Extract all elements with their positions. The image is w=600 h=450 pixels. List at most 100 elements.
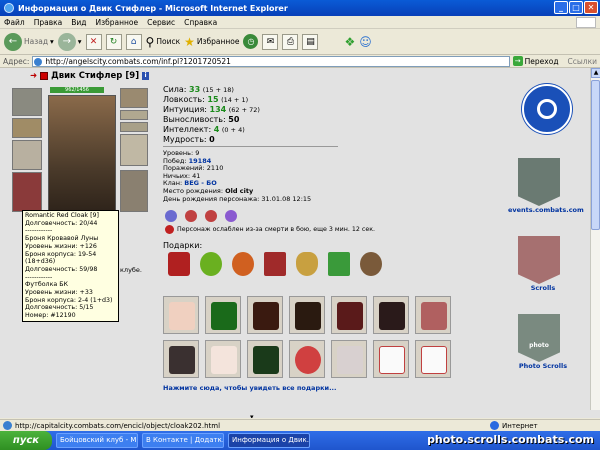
window-titlebar: Информация о Двик Стифлер - Microsoft In…	[0, 0, 600, 16]
scrolls-link[interactable]: Scrolls	[508, 236, 578, 292]
stat-row: Мудрость: 0	[163, 135, 215, 144]
gift-item[interactable]	[205, 296, 241, 334]
windows-flag-icon	[576, 17, 596, 28]
weapon-slot[interactable]	[12, 140, 42, 170]
task-button[interactable]: Бойцовский клуб - M...	[56, 433, 138, 448]
gift-item[interactable]	[289, 340, 325, 378]
gift-item[interactable]	[415, 340, 451, 378]
gift-item[interactable]	[163, 340, 199, 378]
gift-item[interactable]	[415, 296, 451, 334]
go-arrow-icon: →	[512, 56, 523, 66]
gift-item[interactable]	[373, 340, 409, 378]
menu-file[interactable]: Файл	[4, 18, 25, 27]
belt-item-icon[interactable]	[205, 210, 217, 222]
menu-bar: Файл Правка Вид Избранное Сервис Справка	[0, 16, 600, 29]
chevron-down-icon: ▾	[50, 37, 54, 46]
gift-item[interactable]	[293, 249, 321, 279]
combats-logo[interactable]	[522, 84, 574, 134]
go-button[interactable]: → Переход	[512, 56, 559, 66]
character-doll: 962/1456	[12, 86, 152, 219]
gift-item[interactable]	[197, 249, 225, 279]
bracers-slot[interactable]	[12, 118, 42, 138]
info-icon[interactable]: i	[142, 72, 150, 80]
gift-item[interactable]	[163, 296, 199, 334]
photo-scrolls-link[interactable]: photo Photo Scrolls	[508, 314, 578, 370]
page-icon	[3, 421, 12, 430]
boots-slot[interactable]	[120, 170, 148, 212]
vertical-scrollbar[interactable]: ▲	[590, 68, 600, 410]
gift-item[interactable]	[229, 249, 257, 279]
all-gifts-link[interactable]: Нажмите сюда, чтобы увидеть все подарки.…	[163, 384, 336, 392]
armor-slot[interactable]	[12, 172, 42, 212]
task-button[interactable]: В Контакте | Додатк...	[142, 433, 224, 448]
menu-favorites[interactable]: Избранное	[96, 18, 139, 27]
forward-button[interactable]: → ▾	[57, 32, 82, 51]
stat-row: Сила: 33 (15 + 18)	[163, 85, 234, 94]
gift-item[interactable]	[357, 249, 385, 279]
search-icon: ⚲	[145, 34, 155, 49]
gift-item[interactable]	[247, 340, 283, 378]
links-button[interactable]: Ссылки	[568, 57, 597, 66]
character-portrait	[48, 95, 116, 219]
edit-icon[interactable]: ▤	[302, 33, 319, 50]
maximize-button[interactable]: □	[569, 1, 583, 14]
address-bar: Адрес: http://angelscity.combats.com/inf…	[0, 55, 600, 68]
divider	[163, 146, 338, 147]
belt-item-icon[interactable]	[225, 210, 237, 222]
scroll-up-icon[interactable]: ▲	[591, 68, 600, 78]
task-button-active[interactable]: Информация о Двик...	[228, 433, 310, 448]
gift-item[interactable]	[331, 296, 367, 334]
gift-item[interactable]	[205, 340, 241, 378]
messenger-icon[interactable]: ☺	[359, 35, 372, 49]
scroll-thumb[interactable]	[591, 80, 600, 230]
character-info: Уровень: 9 Побед: 19184 Поражений: 2110 …	[163, 149, 312, 203]
status-zone: Интернет	[502, 421, 538, 430]
ie-icon	[4, 3, 14, 13]
refresh-icon[interactable]: ↻	[105, 33, 122, 50]
belt-item-icon[interactable]	[185, 210, 197, 222]
gift-item[interactable]	[289, 296, 325, 334]
scrolls-banner-icon	[518, 236, 560, 284]
gift-item[interactable]	[247, 296, 283, 334]
gift-item[interactable]	[261, 249, 289, 279]
gift-item[interactable]	[331, 340, 367, 378]
belt-item-icon[interactable]	[165, 210, 177, 222]
stat-row: Выносливость: 50	[163, 115, 240, 124]
back-button[interactable]: ← Назад ▾	[4, 32, 54, 51]
history-icon[interactable]: ◷	[243, 34, 259, 49]
club-text: клубе.	[120, 266, 143, 274]
item-tooltip: Romantic Red Cloak [9] Долговечность: 20/…	[22, 210, 119, 322]
helmet-slot[interactable]	[12, 88, 42, 116]
menu-tools[interactable]: Сервис	[147, 18, 175, 27]
ring-slot[interactable]	[120, 122, 148, 132]
photo-banner-icon: photo	[518, 314, 560, 362]
close-button[interactable]: ✕	[584, 1, 598, 14]
discuss-icon[interactable]: ❖	[344, 35, 355, 49]
gift-item[interactable]	[325, 249, 353, 279]
print-icon[interactable]: ⎙	[282, 33, 299, 50]
favorites-button[interactable]: ★ Избранное	[184, 35, 239, 49]
globe-icon	[490, 421, 499, 430]
character-stats: Сила: 33 (15 + 18) Ловкость: 15 (14 + 1)…	[163, 85, 260, 145]
status-bar: http://capitalcity.combats.com/encicl/ob…	[0, 419, 600, 431]
forward-arrow-icon: →	[57, 32, 76, 51]
earring-slot[interactable]	[120, 88, 148, 108]
gift-item[interactable]	[373, 296, 409, 334]
events-link[interactable]: events.combats.com	[508, 158, 584, 214]
home-icon[interactable]: ⌂	[125, 33, 142, 50]
address-input[interactable]: http://angelscity.combats.com/inf.pl?120…	[32, 55, 510, 67]
amulet-slot[interactable]	[120, 110, 148, 120]
stop-icon[interactable]: ✕	[85, 33, 102, 50]
gift-item[interactable]	[165, 249, 193, 279]
mail-icon[interactable]: ✉	[262, 33, 279, 50]
menu-edit[interactable]: Правка	[34, 18, 63, 27]
gloves-slot[interactable]	[120, 134, 148, 166]
menu-view[interactable]: Вид	[71, 18, 86, 27]
stat-row: Интеллект: 4 (0 + 4)	[163, 125, 245, 134]
start-button[interactable]: пуск	[0, 431, 52, 450]
menu-help[interactable]: Справка	[184, 18, 217, 27]
events-banner-icon	[518, 158, 560, 206]
search-button[interactable]: ⚲ Поиск	[146, 35, 181, 49]
minimize-button[interactable]: _	[554, 1, 568, 14]
page-content: ➜ Двик Стифлер [9] i 962/1456 Персонаж о…	[0, 68, 600, 418]
